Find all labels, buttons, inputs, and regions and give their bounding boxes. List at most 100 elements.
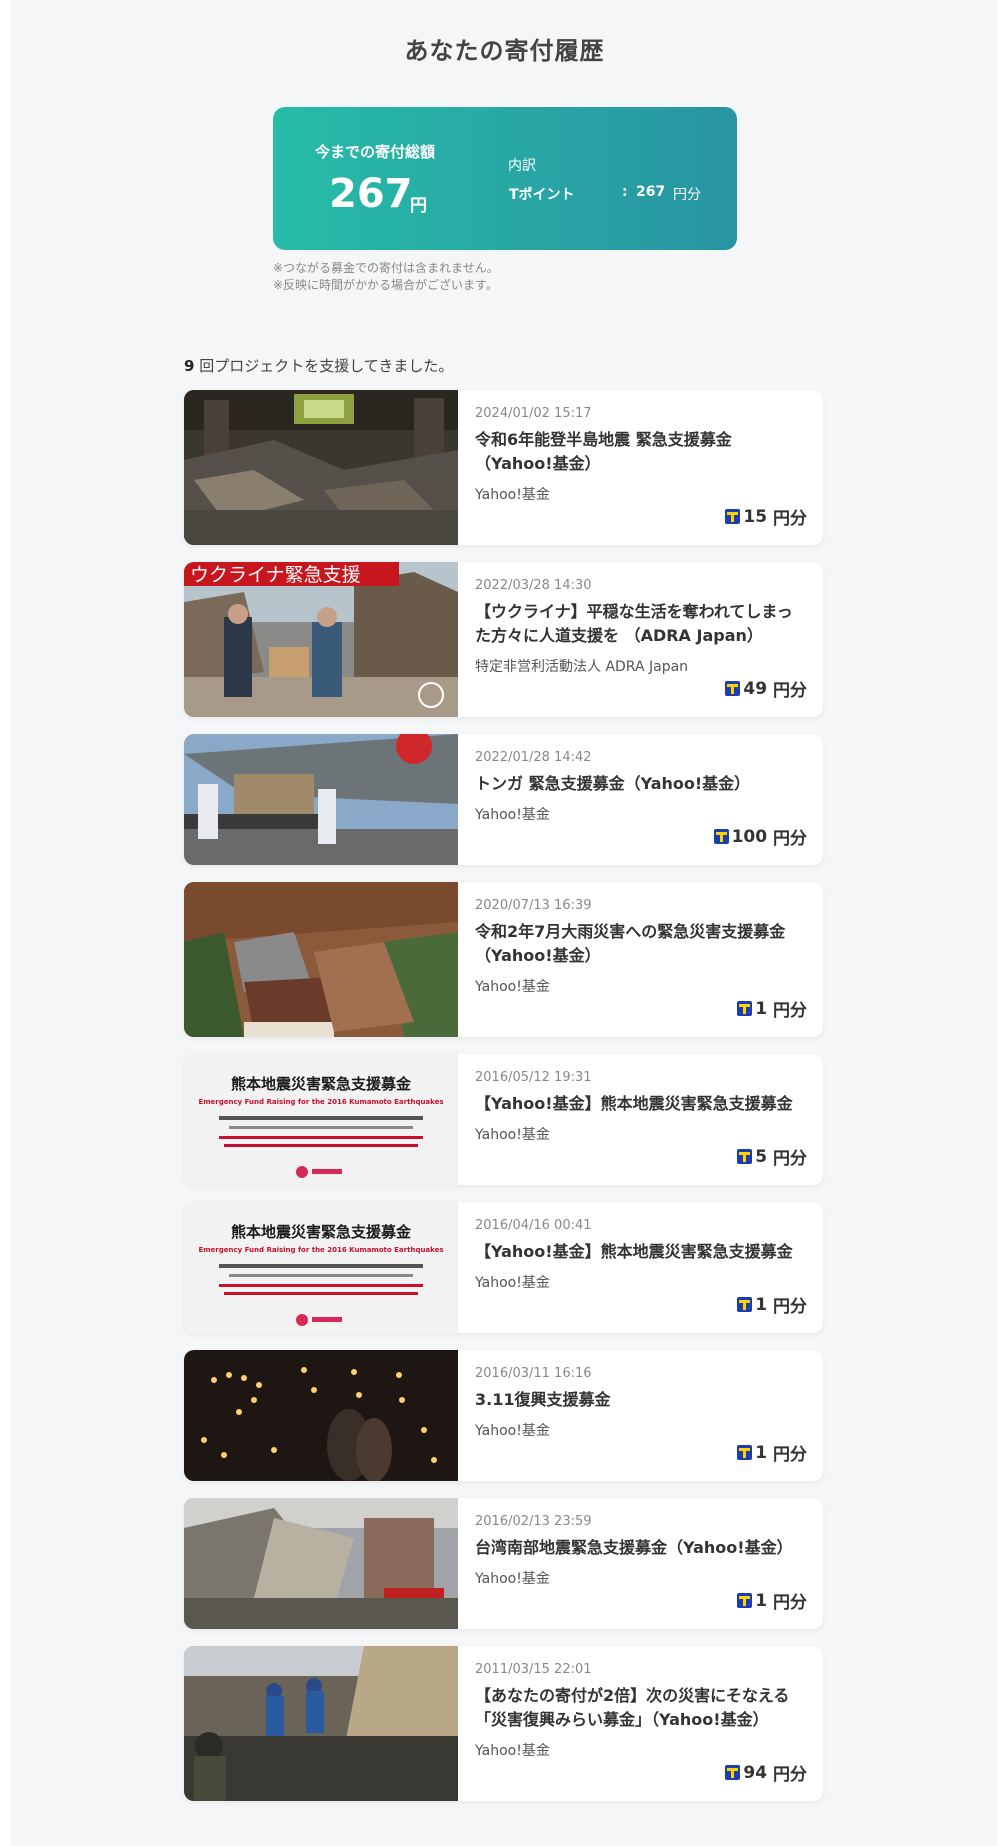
project-thumbnail[interactable]: 熊本地震災害緊急支援募金 Emergency Fund Raising for …: [184, 1054, 458, 1185]
project-thumbnail[interactable]: [184, 1498, 458, 1629]
donation-amount: 5 円分: [737, 1144, 807, 1169]
donation-amount: 1 円分: [737, 1588, 807, 1613]
organization-name: Yahoo!基金: [475, 1423, 550, 1439]
amount-value: 49: [743, 678, 768, 699]
project-info: 2016/03/11 16:16 3.11復興支援募金 Yahoo!基金 1 円…: [475, 1350, 807, 1481]
donation-date: 2016/02/13 23:59: [475, 1514, 592, 1529]
tpoint-icon: [725, 509, 741, 524]
amount-unit: 円分: [773, 1149, 807, 1169]
thumbnail-title-text: 熊本地震災害緊急支援募金: [231, 1223, 412, 1241]
amount-unit: 円分: [773, 1297, 807, 1317]
project-card[interactable]: 2016/02/13 23:59 台湾南部地震緊急支援募金（Yahoo!基金） …: [184, 1498, 823, 1629]
thumbnail-subtitle-text: Emergency Fund Raising for the 2016 Kuma…: [198, 1246, 443, 1254]
amount-value: 94: [743, 1762, 768, 1783]
project-card[interactable]: 2011/03/15 22:01 【あなたの寄付が2倍】次の災害にそなえる「災害…: [184, 1646, 823, 1801]
breakdown-amount: 267: [636, 184, 666, 200]
project-title[interactable]: 3.11復興支援募金: [475, 1388, 807, 1412]
donation-date: 2011/03/15 22:01: [475, 1662, 592, 1677]
organization-name: Yahoo!基金: [475, 1127, 550, 1143]
project-info: 2016/02/13 23:59 台湾南部地震緊急支援募金（Yahoo!基金） …: [475, 1498, 807, 1629]
amount-unit: 円分: [773, 509, 807, 529]
total-unit: 円: [410, 196, 427, 216]
donation-date: 2022/03/28 14:30: [475, 578, 592, 593]
project-title[interactable]: 令和6年能登半島地震 緊急支援募金（Yahoo!基金）: [475, 428, 807, 476]
project-info: 2016/05/12 19:31 【Yahoo!基金】熊本地震災害緊急支援募金 …: [475, 1054, 807, 1185]
donation-amount: 1 円分: [737, 996, 807, 1021]
total-amount: 267: [329, 171, 413, 217]
thumbnail-banner-text: ウクライナ緊急支援: [190, 564, 361, 586]
project-thumbnail[interactable]: [184, 734, 458, 865]
project-thumbnail[interactable]: [184, 1350, 458, 1481]
organization-name: Yahoo!基金: [475, 1275, 550, 1291]
donation-amount: 94 円分: [725, 1760, 807, 1785]
project-card[interactable]: 2020/07/13 16:39 令和2年7月大雨災害への緊急災害支援募金（Ya…: [184, 882, 823, 1037]
amount-value: 100: [731, 826, 768, 847]
project-card[interactable]: 2022/01/28 14:42 トンガ 緊急支援募金（Yahoo!基金） Ya…: [184, 734, 823, 865]
organization-name: Yahoo!基金: [475, 1743, 550, 1759]
thumbnail-title-text: 熊本地震災害緊急支援募金: [231, 1075, 412, 1093]
donation-date: 2016/03/11 16:16: [475, 1366, 592, 1381]
amount-unit: 円分: [773, 681, 807, 701]
project-card[interactable]: 熊本地震災害緊急支援募金 Emergency Fund Raising for …: [184, 1202, 823, 1333]
total-label: 今までの寄付総額: [315, 143, 436, 161]
project-count: 9: [184, 357, 195, 375]
project-thumbnail[interactable]: [184, 1646, 458, 1801]
amount-value: 1: [755, 1294, 768, 1315]
project-thumbnail[interactable]: [184, 390, 458, 545]
project-title[interactable]: 【Yahoo!基金】熊本地震災害緊急支援募金: [475, 1092, 807, 1116]
donation-amount: 15 円分: [725, 504, 807, 529]
tpoint-icon: [737, 1297, 753, 1312]
amount-unit: 円分: [773, 829, 807, 849]
project-title[interactable]: 台湾南部地震緊急支援募金（Yahoo!基金）: [475, 1536, 807, 1560]
breakdown-unit: 円分: [673, 187, 701, 203]
project-thumbnail[interactable]: 熊本地震災害緊急支援募金 Emergency Fund Raising for …: [184, 1202, 458, 1333]
project-title[interactable]: 【あなたの寄付が2倍】次の災害にそなえる「災害復興みらい募金」（Yahoo!基金…: [475, 1684, 807, 1732]
project-card[interactable]: 2024/01/02 15:17 令和6年能登半島地震 緊急支援募金（Yahoo…: [184, 390, 823, 545]
organization-name: Yahoo!基金: [475, 807, 550, 823]
project-count-suffix: 回プロジェクトを支援してきました。: [199, 357, 454, 375]
project-thumbnail[interactable]: ウクライナ緊急支援: [184, 562, 458, 717]
amount-unit: 円分: [773, 1593, 807, 1613]
project-card[interactable]: 熊本地震災害緊急支援募金 Emergency Fund Raising for …: [184, 1054, 823, 1185]
amount-value: 5: [755, 1146, 768, 1167]
project-info: 2022/01/28 14:42 トンガ 緊急支援募金（Yahoo!基金） Ya…: [475, 734, 807, 865]
project-card[interactable]: ウクライナ緊急支援 2022/03/28 14:30 【ウクライナ】平穏な生活を…: [184, 562, 823, 717]
project-thumbnail[interactable]: [184, 882, 458, 1037]
note-text: ※反映に時間がかかる場合がございます。: [273, 278, 498, 292]
tpoint-icon: [737, 1445, 753, 1460]
organization-name: Yahoo!基金: [475, 1571, 550, 1587]
project-title[interactable]: 【Yahoo!基金】熊本地震災害緊急支援募金: [475, 1240, 807, 1264]
donation-date: 2016/04/16 00:41: [475, 1218, 592, 1233]
project-title[interactable]: 令和2年7月大雨災害への緊急災害支援募金（Yahoo!基金）: [475, 920, 807, 968]
donation-amount: 1 円分: [737, 1440, 807, 1465]
project-info: 2016/04/16 00:41 【Yahoo!基金】熊本地震災害緊急支援募金 …: [475, 1202, 807, 1333]
donation-date: 2024/01/02 15:17: [475, 406, 592, 421]
amount-value: 1: [755, 1590, 768, 1611]
project-title[interactable]: 【ウクライナ】平穏な生活を奪われてしまった方々に人道支援を （ADRA Japa…: [475, 600, 807, 648]
organization-name: Yahoo!基金: [475, 487, 550, 503]
page-title: あなたの寄付履歴: [404, 37, 605, 65]
project-info: 2011/03/15 22:01 【あなたの寄付が2倍】次の災害にそなえる「災害…: [475, 1646, 807, 1801]
tpoint-icon: [737, 1001, 753, 1016]
project-info: 2020/07/13 16:39 令和2年7月大雨災害への緊急災害支援募金（Ya…: [475, 882, 807, 1037]
project-count-line: 9 回プロジェクトを支援してきました。: [184, 355, 453, 376]
donation-summary-card: 今までの寄付総額 267 円 内訳 Tポイント : 267 円分: [273, 107, 737, 250]
tpoint-icon: [737, 1149, 753, 1164]
tpoint-icon: [725, 681, 741, 696]
amount-unit: 円分: [773, 1765, 807, 1785]
amount-value: 15: [743, 506, 768, 527]
donation-amount: 1 円分: [737, 1292, 807, 1317]
donation-amount: 49 円分: [725, 676, 807, 701]
project-card[interactable]: 2016/03/11 16:16 3.11復興支援募金 Yahoo!基金 1 円…: [184, 1350, 823, 1481]
organization-name: Yahoo!基金: [475, 979, 550, 995]
donation-amount: 100 円分: [713, 824, 807, 849]
donation-date: 2016/05/12 19:31: [475, 1070, 592, 1085]
amount-unit: 円分: [773, 1445, 807, 1465]
note-text: ※つながる募金での寄付は含まれません。: [273, 261, 499, 275]
thumbnail-subtitle-text: Emergency Fund Raising for the 2016 Kuma…: [198, 1098, 443, 1106]
project-info: 2022/03/28 14:30 【ウクライナ】平穏な生活を奪われてしまった方々…: [475, 562, 807, 717]
tpoint-icon: [725, 1765, 741, 1780]
tpoint-icon: [713, 829, 729, 844]
project-title[interactable]: トンガ 緊急支援募金（Yahoo!基金）: [475, 772, 807, 796]
donation-date: 2020/07/13 16:39: [475, 898, 592, 913]
